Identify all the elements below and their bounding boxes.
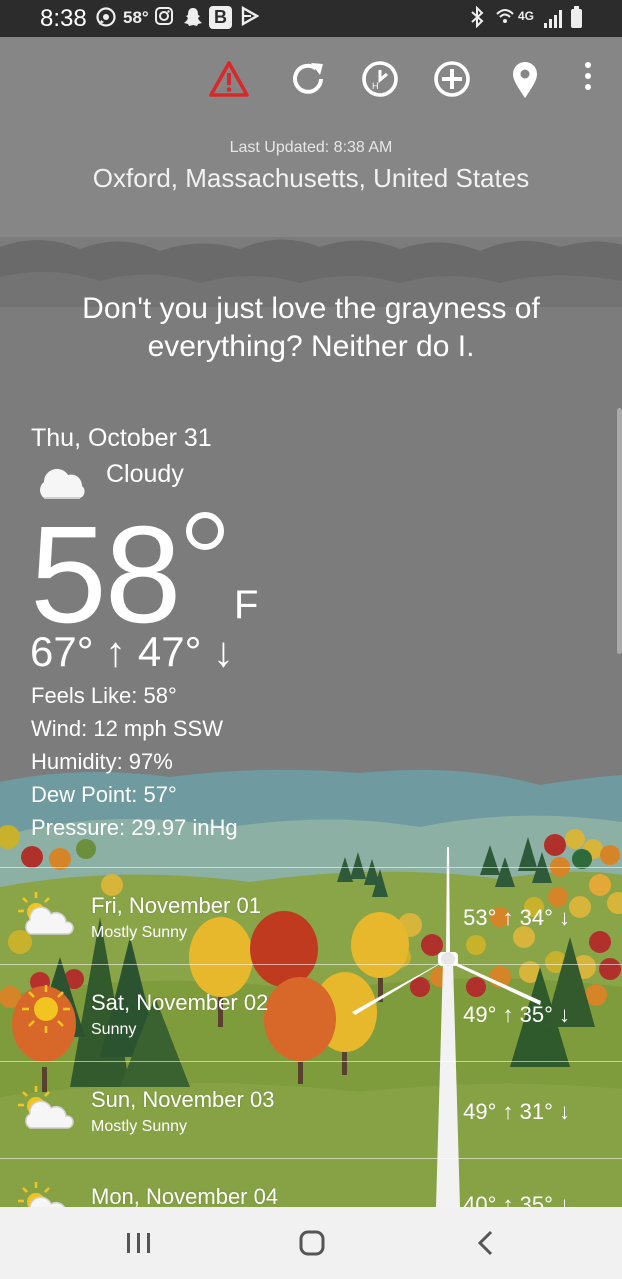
snapchat-icon: [183, 6, 203, 30]
instagram-icon: [154, 6, 174, 30]
forecast-day: Sun, November 03: [91, 1087, 275, 1112]
forecast-condition: Mostly Sunny: [91, 1118, 188, 1135]
current-date: Thu, October 31: [31, 424, 212, 452]
partly-sunny-icon: [16, 890, 78, 940]
pressure: Pressure: 29.97 inHg: [31, 815, 238, 840]
whatsapp-icon: [95, 6, 117, 30]
high-low-temps: 67° ↑ 47° ↓: [30, 628, 235, 675]
home-icon[interactable]: [292, 1227, 332, 1259]
forecast-divider: [0, 1158, 622, 1159]
location-name: Oxford, Massachusetts, United States: [92, 163, 530, 193]
forecast-temps: 49° ↑ 35° ↓: [463, 1002, 570, 1027]
wifi-icon: [495, 6, 515, 30]
dew-point: Dew Point: 57°: [31, 782, 177, 807]
bluetooth-icon: [470, 5, 484, 30]
feels-like: Feels Like: 58°: [31, 683, 177, 708]
forecast-day: Fri, November 01: [91, 893, 261, 918]
play-icon: [241, 5, 260, 30]
recent-apps-icon[interactable]: [119, 1227, 159, 1259]
temperature-unit: F: [234, 583, 259, 627]
forecast-condition: Sunny: [91, 1021, 137, 1038]
current-temperature: 58: [30, 498, 181, 652]
b-badge-icon: B: [209, 6, 232, 30]
forecast-temps: 53° ↑ 34° ↓: [463, 905, 570, 930]
status-time: 8:38: [40, 5, 87, 32]
status-bar: 8:38 58° B 4G: [0, 0, 622, 37]
refresh-icon[interactable]: [287, 58, 329, 100]
humidity: Humidity: 97%: [31, 749, 173, 774]
svg-text:H: H: [372, 81, 379, 91]
battery-icon: [571, 6, 582, 28]
forecast-divider: [0, 867, 622, 868]
current-condition: Cloudy: [106, 460, 184, 488]
last-updated: Last Updated: 8:38 AM: [229, 139, 393, 156]
forecast-day: Sat, November 02: [91, 990, 269, 1015]
forecast-temps: 49° ↑ 31° ↓: [463, 1099, 570, 1124]
status-temp: 58°: [123, 8, 149, 27]
partly-sunny-icon: [16, 1084, 78, 1134]
add-location-icon[interactable]: [431, 58, 473, 100]
forecast-divider: [0, 964, 622, 965]
alert-icon[interactable]: [208, 58, 250, 100]
hourly-clock-icon[interactable]: H: [359, 58, 401, 100]
forecast-divider: [0, 1061, 622, 1062]
weather-quip: Don't you just love the grayness of ever…: [82, 292, 540, 363]
sun-icon: [16, 984, 78, 1034]
network-type: 4G: [518, 9, 535, 23]
signal-icon: [544, 10, 562, 28]
location-pin-icon[interactable]: [504, 58, 546, 100]
scroll-indicator[interactable]: [617, 408, 622, 654]
forecast-condition: Mostly Sunny: [91, 924, 188, 941]
overflow-menu-icon[interactable]: [578, 62, 598, 96]
wind: Wind: 12 mph SSW: [31, 716, 223, 741]
degree-symbol: [186, 512, 224, 550]
navigation-bar: [0, 1207, 622, 1279]
back-icon[interactable]: [466, 1227, 506, 1259]
